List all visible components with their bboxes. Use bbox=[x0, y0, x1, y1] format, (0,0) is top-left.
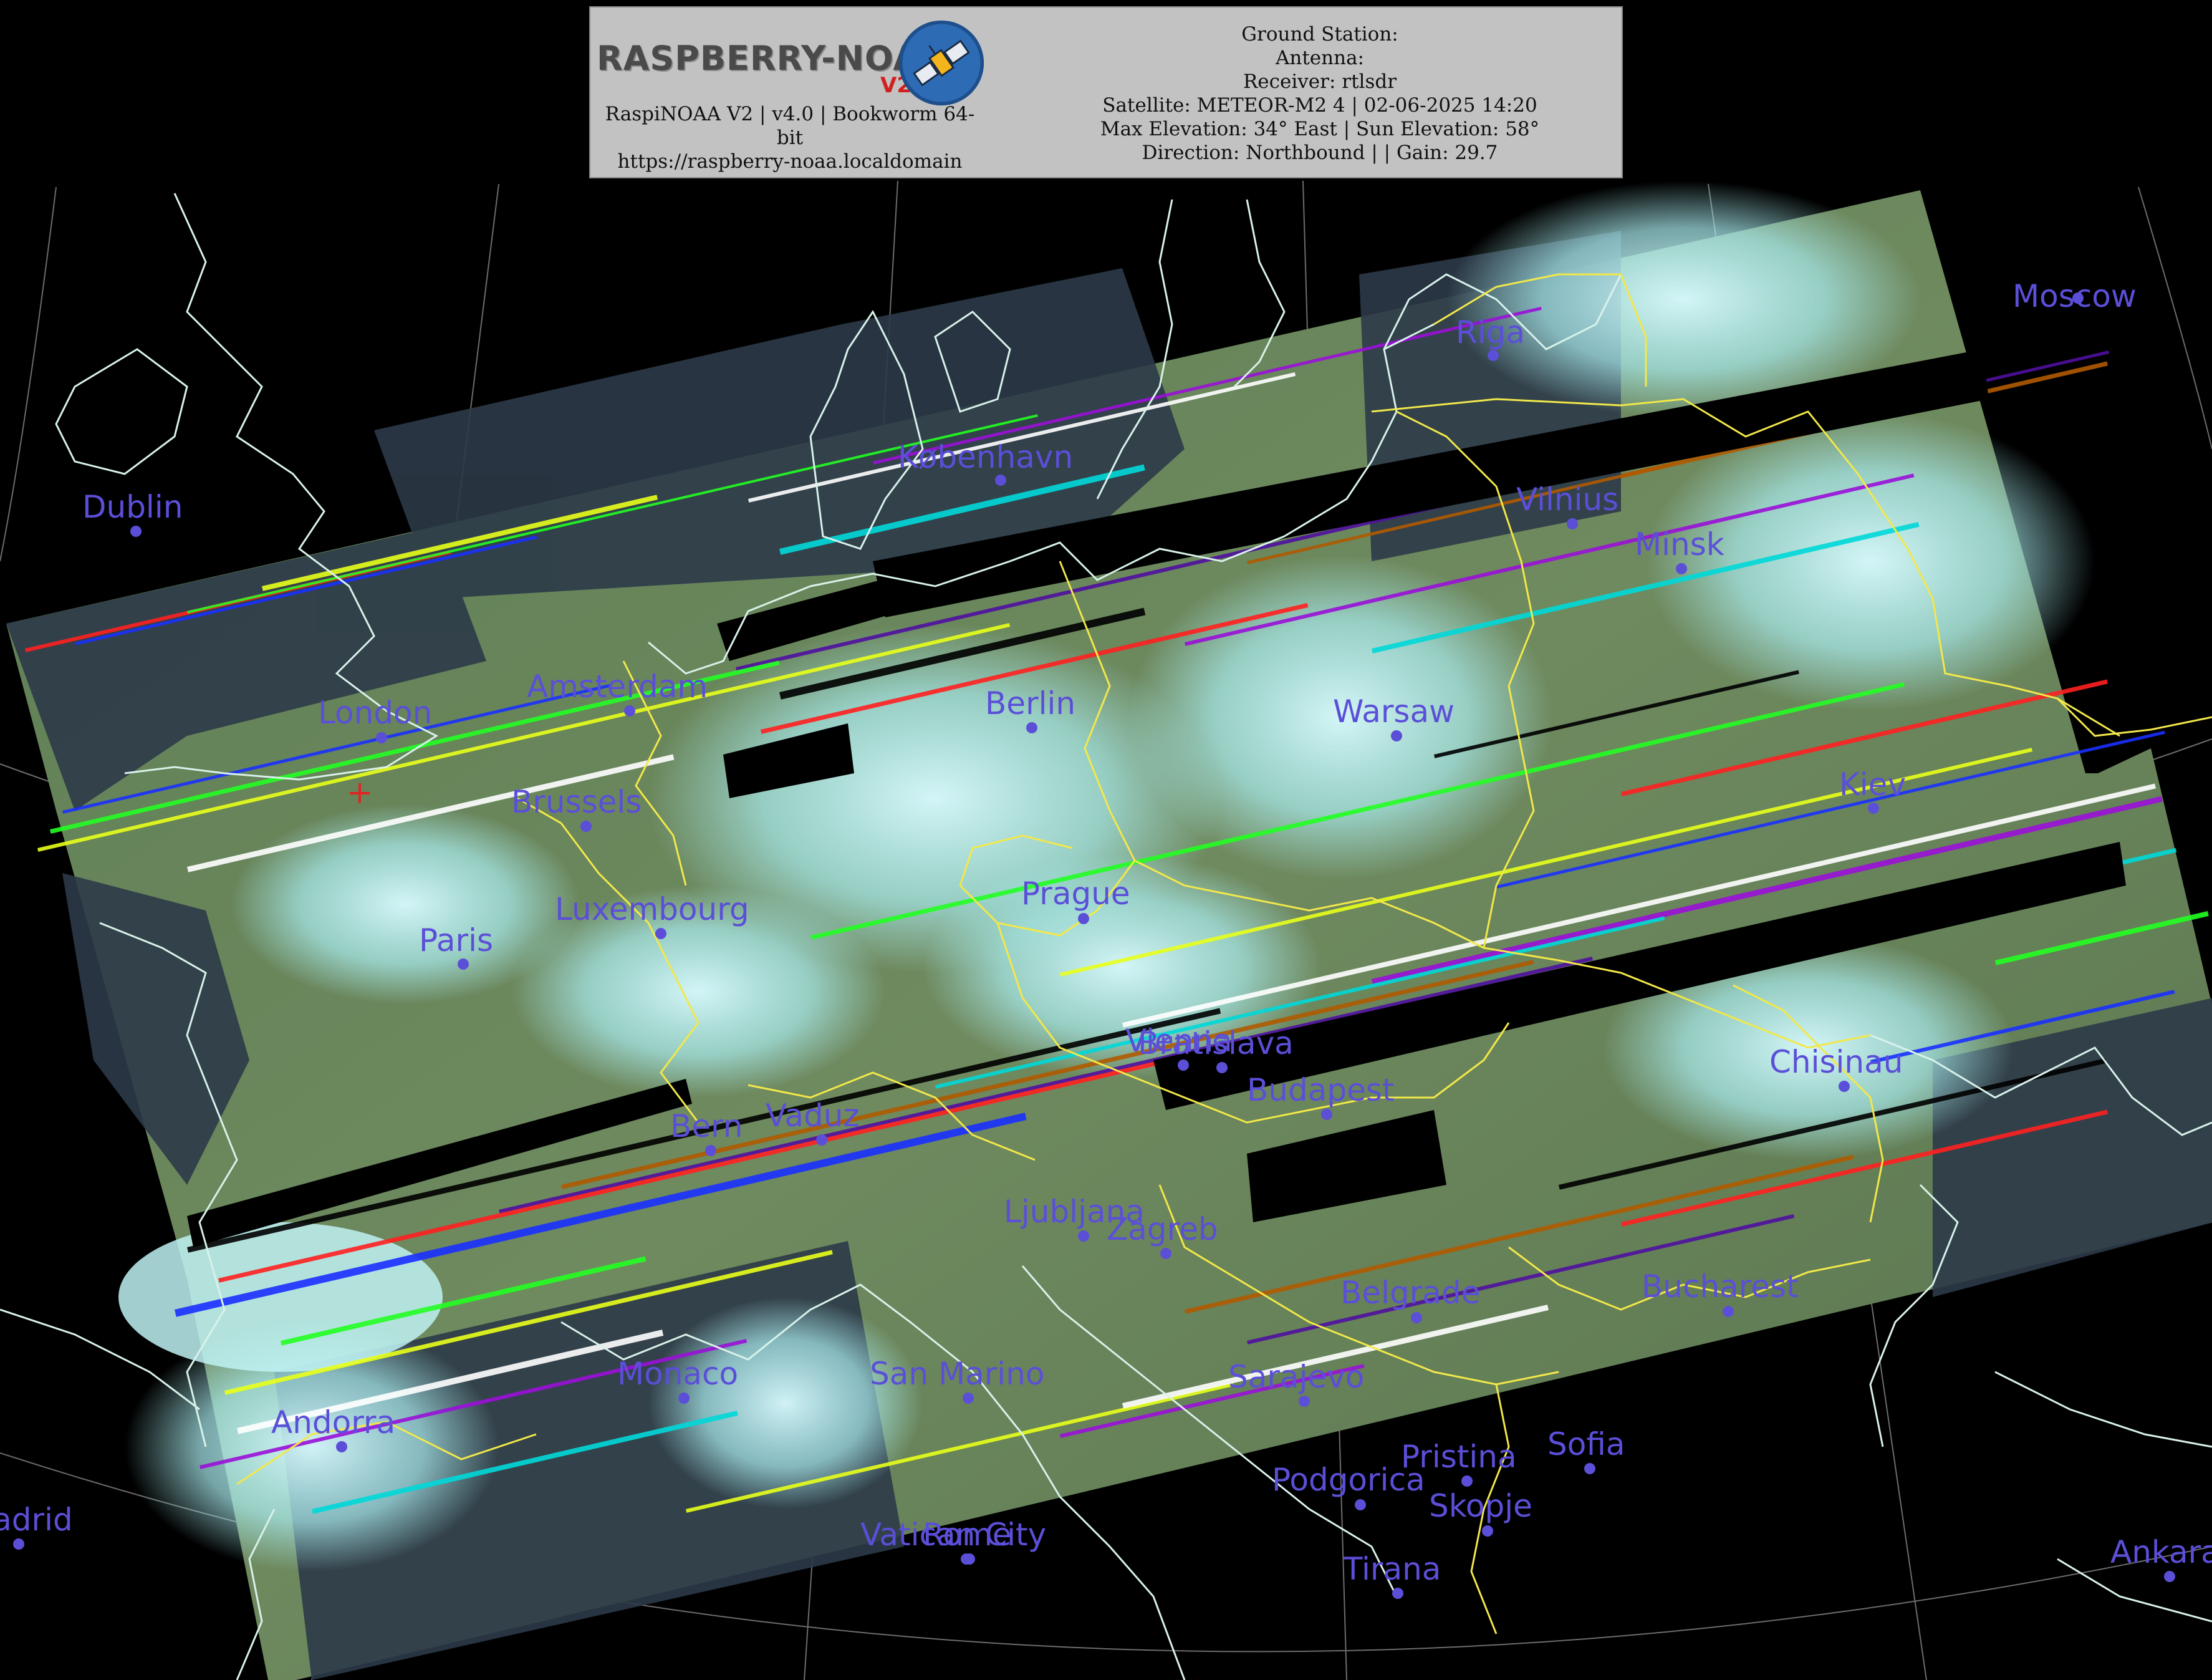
city-label: Rome bbox=[923, 1517, 1012, 1553]
city-label: Tirana bbox=[1343, 1551, 1441, 1587]
city-dot bbox=[376, 732, 387, 743]
city-dot bbox=[1567, 518, 1578, 529]
city-podgorica: Podgorica bbox=[1272, 1462, 1425, 1510]
city-dot bbox=[580, 821, 592, 832]
logo-text: RASPBERRY-NOAA bbox=[597, 39, 946, 78]
city-label: Skopje bbox=[1429, 1488, 1532, 1524]
city-sofia: Sofia bbox=[1547, 1426, 1625, 1474]
city-label: København bbox=[898, 439, 1073, 475]
city-dot bbox=[458, 958, 469, 970]
ground-station: Ground Station: bbox=[1241, 23, 1398, 46]
station-url[interactable]: https://raspberry-noaa.localdomain bbox=[597, 150, 983, 173]
city-dot bbox=[1299, 1396, 1310, 1407]
city-label: Kiev bbox=[1839, 766, 1906, 803]
city-dot bbox=[1461, 1475, 1473, 1487]
city-label: Amsterdam bbox=[527, 669, 708, 705]
antenna: Antenna: bbox=[1275, 47, 1364, 69]
city-label: Berlin bbox=[985, 685, 1075, 722]
direction-gain: Direction: Northbound | | Gain: 29.7 bbox=[1142, 142, 1498, 164]
city-label: Budapest bbox=[1247, 1072, 1395, 1108]
elevation-info: Max Elevation: 34° East | Sun Elevation:… bbox=[1100, 118, 1540, 140]
city-label: Bucharest bbox=[1642, 1268, 1799, 1305]
city-label: Paris bbox=[419, 922, 493, 958]
city-dot bbox=[1078, 1230, 1089, 1242]
pass-info-header: RASPBERRY-NOAA V2 RaspiNOAA V2 | v4.0 | … bbox=[589, 6, 1623, 178]
city-moscow: Moscow bbox=[2012, 278, 2137, 314]
city-label: Luxembourg bbox=[555, 891, 749, 927]
satellite-icon bbox=[898, 20, 984, 106]
city-label: Moscow bbox=[2012, 278, 2137, 314]
city-label: Monaco bbox=[617, 1356, 738, 1392]
city-dot bbox=[1488, 350, 1499, 361]
satellite-map: Moscow Riga København Dublin Vilnius Minsk Ams… bbox=[0, 180, 2212, 1680]
city-dot bbox=[705, 1145, 716, 1156]
city-dot bbox=[655, 928, 666, 939]
city-tirana: Tirana bbox=[1343, 1551, 1441, 1599]
city-dot bbox=[1078, 913, 1089, 924]
city-label: Minsk bbox=[1635, 526, 1724, 562]
city-label: London bbox=[318, 695, 432, 731]
city-ankara: Ankara bbox=[2110, 1534, 2212, 1582]
city-label: Zagreb bbox=[1107, 1211, 1218, 1247]
city-label: Sofia bbox=[1547, 1426, 1625, 1462]
city-label: Dublin bbox=[82, 489, 183, 525]
city-label: Andorra bbox=[271, 1404, 395, 1441]
city-dot bbox=[624, 705, 635, 717]
city-rome: Rome bbox=[923, 1517, 1012, 1565]
logo: RASPBERRY-NOAA V2 bbox=[597, 14, 1002, 107]
city-label: Brussels bbox=[511, 784, 642, 820]
satellite-pass: Satellite: METEOR-M2 4 | 02-06-2025 14:2… bbox=[1102, 94, 1537, 117]
city-label: Sarajevo bbox=[1228, 1359, 1364, 1395]
city-dot bbox=[1723, 1306, 1734, 1317]
city-dot bbox=[678, 1393, 690, 1404]
city-dot bbox=[1868, 803, 1879, 814]
city-label: Ankara bbox=[2110, 1534, 2212, 1570]
city-dot bbox=[1392, 1588, 1403, 1599]
city-dot bbox=[1411, 1312, 1422, 1323]
city-label: Bern bbox=[670, 1108, 743, 1144]
city-dot bbox=[1584, 1463, 1595, 1474]
city-dot bbox=[130, 526, 142, 537]
city-dot bbox=[13, 1538, 24, 1550]
city-dot bbox=[336, 1441, 347, 1452]
city-label: Riga bbox=[1456, 314, 1525, 350]
city-label: Vaduz bbox=[766, 1098, 860, 1134]
city-dublin: Dublin bbox=[82, 489, 183, 537]
city-label: Prague bbox=[1021, 876, 1130, 912]
city-label: Vilnius bbox=[1516, 481, 1618, 518]
city-label: Bratislava bbox=[1138, 1025, 1294, 1061]
city-dot bbox=[2164, 1571, 2175, 1582]
city-dot bbox=[816, 1134, 827, 1146]
city-dot bbox=[1676, 563, 1687, 574]
software-version: RaspiNOAA V2 | v4.0 | Bookworm 64-bit bbox=[605, 103, 975, 149]
city-label: Chisinau bbox=[1769, 1044, 1903, 1080]
city-label: Warsaw bbox=[1333, 693, 1455, 730]
city-dot bbox=[1026, 722, 1037, 733]
city-dot bbox=[1839, 1081, 1850, 1092]
city-dot bbox=[1391, 730, 1402, 741]
city-dot bbox=[1482, 1525, 1493, 1537]
city-madrid: Madrid bbox=[0, 1502, 73, 1550]
pass-details: Ground Station: Antenna: Receiver: rtlsd… bbox=[1027, 22, 1613, 165]
city-dot bbox=[995, 475, 1006, 486]
city-dot bbox=[1355, 1499, 1366, 1510]
city-dot bbox=[1321, 1109, 1332, 1120]
city-label: Madrid bbox=[0, 1502, 73, 1538]
city-dot bbox=[1160, 1248, 1171, 1259]
city-label: Belgrade bbox=[1340, 1275, 1480, 1311]
city-label: Podgorica bbox=[1272, 1462, 1425, 1498]
receiver: Receiver: rtlsdr bbox=[1243, 70, 1397, 93]
city-dot bbox=[963, 1393, 974, 1404]
city-dot bbox=[964, 1553, 975, 1565]
city-label: San Marino bbox=[870, 1356, 1044, 1392]
city-dot bbox=[1216, 1062, 1228, 1073]
software-info: RaspiNOAA V2 | v4.0 | Bookworm 64-bit ht… bbox=[597, 102, 983, 173]
